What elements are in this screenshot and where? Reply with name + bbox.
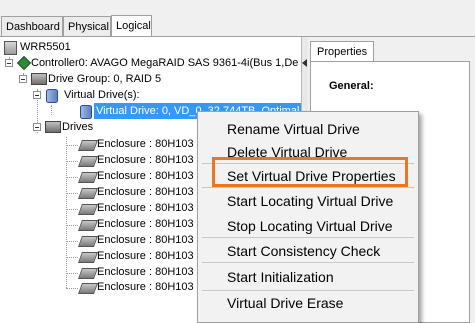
general-section-label: General: <box>329 80 374 92</box>
tree-node-server[interactable]: WRR5501 <box>20 39 71 55</box>
menu-separator <box>202 237 414 238</box>
collapse-toggle[interactable] <box>5 59 13 67</box>
collapse-toggle[interactable] <box>33 123 41 131</box>
tree-node-enclosure[interactable]: Enclosure : 80H103 <box>97 248 194 264</box>
tree-connector <box>66 257 78 258</box>
menu-item-start-locating-virtual-drive[interactable]: Start Locating Virtual Drive <box>227 192 393 210</box>
tree-connector <box>66 288 78 289</box>
drive-icon <box>77 140 99 151</box>
tree-connector <box>66 145 78 146</box>
drive-icon <box>77 283 99 294</box>
menu-separator <box>202 262 414 263</box>
tree-connector <box>51 105 52 115</box>
tab-physical[interactable]: Physical <box>63 16 111 36</box>
tree-node-controller[interactable]: Controller0: AVAGO MegaRAID SAS 9361-4i(… <box>31 55 298 71</box>
tree-node-enclosure[interactable]: Enclosure : 80H103 <box>97 152 194 168</box>
drive-icon <box>77 188 99 199</box>
tree-connector <box>66 241 78 242</box>
highlight-box <box>212 157 408 187</box>
context-menu: Rename Virtual Drive Delete Virtual Driv… <box>197 111 419 323</box>
tree-connector <box>66 273 78 274</box>
drive-icon <box>77 172 99 183</box>
menu-item-stop-locating-virtual-drive[interactable]: Stop Locating Virtual Drive <box>227 217 393 235</box>
controller-icon <box>17 56 29 68</box>
drive-group-icon <box>31 73 47 85</box>
tree-node-enclosure[interactable]: Enclosure : 80H103 <box>97 232 194 248</box>
tree-node-enclosure[interactable]: Enclosure : 80H103 <box>97 184 194 200</box>
tree-connector <box>66 225 78 226</box>
tree-connector <box>66 137 67 288</box>
tab-dashboard[interactable]: Dashboard <box>1 16 63 36</box>
tree-node-drives[interactable]: Drives <box>62 119 93 135</box>
tree-node-enclosure[interactable]: Enclosure : 80H103 <box>97 279 194 295</box>
tree-node-enclosure[interactable]: Enclosure : 80H103 <box>97 200 194 216</box>
collapse-toggle[interactable] <box>33 91 41 99</box>
tab-properties[interactable]: Properties <box>310 41 375 62</box>
tree-connector <box>66 193 78 194</box>
tree-connector <box>66 161 78 162</box>
drive-icon <box>77 252 99 263</box>
drives-icon <box>45 121 61 133</box>
collapse-arrow-icon[interactable] <box>302 59 307 67</box>
drive-icon <box>77 220 99 231</box>
tree-node-virtual-drives[interactable]: Virtual Drive(s): <box>64 87 140 103</box>
menu-item-start-consistency-check[interactable]: Start Consistency Check <box>227 242 380 260</box>
tab-logical[interactable]: Logical <box>111 15 152 37</box>
tree-connector <box>66 177 78 178</box>
menu-item-virtual-drive-erase[interactable]: Virtual Drive Erase <box>227 294 343 312</box>
menu-separator <box>202 290 414 291</box>
drive-icon <box>77 268 99 279</box>
virtual-drives-icon <box>46 89 58 103</box>
menu-item-start-initialization[interactable]: Start Initialization <box>227 268 334 286</box>
menu-item-rename-virtual-drive[interactable]: Rename Virtual Drive <box>227 120 360 138</box>
tree-node-enclosure[interactable]: Enclosure : 80H103 <box>97 136 194 152</box>
server-icon <box>4 41 17 55</box>
drive-icon <box>77 204 99 215</box>
virtual-drive-icon <box>80 105 92 119</box>
menu-separator <box>202 187 414 188</box>
collapse-toggle[interactable] <box>19 75 27 83</box>
main-tabs: Dashboard Physical Logical <box>0 15 475 37</box>
tree-node-enclosure[interactable]: Enclosure : 80H103 <box>97 216 194 232</box>
tree-node-enclosure[interactable]: Enclosure : 80H103 <box>97 168 194 184</box>
tree-connector <box>66 209 78 210</box>
tree-node-enclosure[interactable]: Enclosure : 80H103 <box>97 264 194 280</box>
drive-icon <box>77 236 99 247</box>
tree-node-drive-group[interactable]: Drive Group: 0, RAID 5 <box>48 71 161 87</box>
drive-icon <box>77 156 99 167</box>
